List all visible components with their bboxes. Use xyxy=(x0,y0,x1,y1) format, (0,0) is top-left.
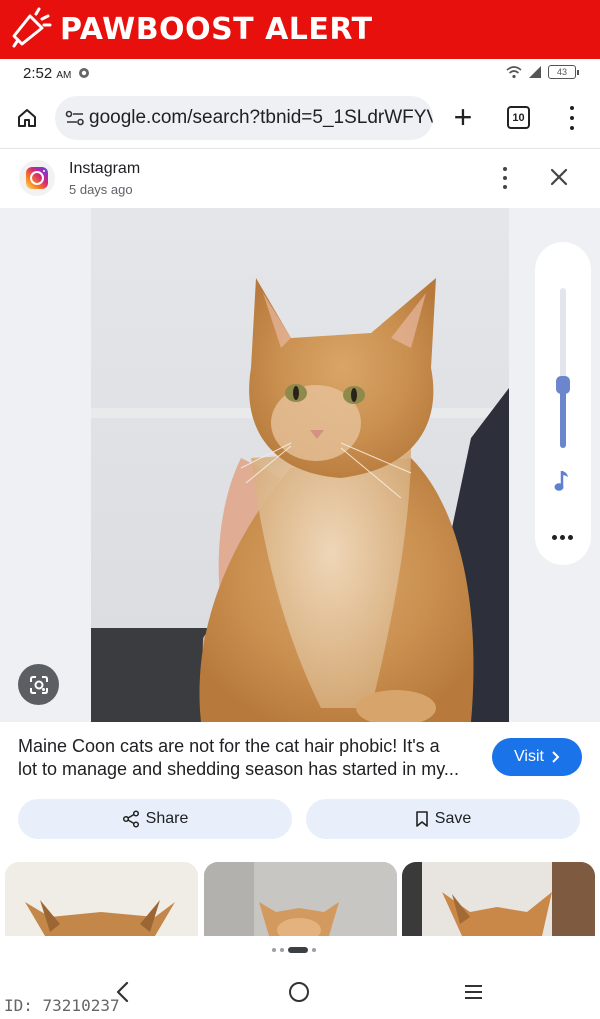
related-image-2[interactable] xyxy=(204,862,397,936)
status-time: 2:52 AM xyxy=(23,65,90,82)
status-icons: 43 xyxy=(506,65,579,79)
instagram-icon xyxy=(19,160,55,196)
battery-level: 43 xyxy=(556,67,567,77)
pager-dot xyxy=(272,948,276,952)
close-icon[interactable] xyxy=(546,164,572,190)
status-ampm: AM xyxy=(56,70,72,81)
bookmark-icon xyxy=(415,811,428,827)
related-image-3[interactable] xyxy=(402,862,595,936)
share-button[interactable]: Share xyxy=(18,799,292,839)
visit-button[interactable]: Visit xyxy=(492,738,582,776)
image-caption[interactable]: Maine Coon cats are not for the cat hair… xyxy=(18,735,478,781)
caption-line-2: lot to manage and shedding season has st… xyxy=(18,759,459,779)
chevron-right-icon xyxy=(552,751,560,763)
pawboost-id: ID: 73210237 xyxy=(4,996,120,1015)
google-lens-button[interactable] xyxy=(18,664,59,705)
status-clock: 2:52 xyxy=(23,65,53,82)
url-field[interactable]: google.com/search?tbnid=5_1SLdrWFYV7 xyxy=(55,96,433,140)
new-tab-button[interactable]: + xyxy=(446,101,480,135)
site-settings-icon[interactable] xyxy=(65,107,85,129)
source-time: 5 days ago xyxy=(69,182,133,197)
save-button[interactable]: Save xyxy=(306,799,580,839)
music-note-icon[interactable] xyxy=(553,468,573,494)
caption-line-1: Maine Coon cats are not for the cat hair… xyxy=(18,736,440,756)
status-bar: 2:52 AM 43 xyxy=(0,59,600,89)
sync-icon xyxy=(78,68,89,78)
share-label: Share xyxy=(145,810,189,827)
image-viewer xyxy=(0,208,600,722)
tab-switcher-button[interactable]: 10 xyxy=(507,106,530,129)
source-header: Instagram 5 days ago xyxy=(0,150,600,208)
related-image-1[interactable] xyxy=(5,862,198,936)
battery-icon: 43 xyxy=(548,65,579,79)
browser-menu-button[interactable] xyxy=(562,103,582,133)
system-nav-bar: ID: 73210237 xyxy=(0,965,600,1019)
browser-toolbar: google.com/search?tbnid=5_1SLdrWFYV7 + 1… xyxy=(0,89,600,149)
carousel-pager xyxy=(272,947,316,953)
pager-dot xyxy=(280,948,284,952)
visit-label: Visit xyxy=(514,748,544,765)
related-images xyxy=(0,862,600,936)
home-icon xyxy=(18,109,36,127)
pawboost-alert-banner: PAWBOOST ALERT xyxy=(0,0,600,59)
home-button[interactable] xyxy=(12,103,42,133)
pager-dot-active xyxy=(288,947,308,953)
back-icon[interactable] xyxy=(114,980,132,1004)
more-options-icon[interactable] xyxy=(497,167,513,189)
screen: PAWBOOST ALERT 2:52 AM 43 google.com/sea… xyxy=(0,0,600,1019)
megaphone-icon xyxy=(12,7,52,48)
url-text: google.com/search?tbnid=5_1SLdrWFYV7 xyxy=(89,107,433,128)
save-label: Save xyxy=(434,810,472,827)
lens-icon xyxy=(29,675,48,694)
media-side-panel xyxy=(535,242,591,565)
pager-dot xyxy=(312,948,316,952)
alert-title: PAWBOOST ALERT xyxy=(60,12,373,47)
wifi-icon xyxy=(506,66,522,79)
source-name[interactable]: Instagram xyxy=(69,160,140,178)
volume-slider-thumb[interactable] xyxy=(556,376,570,394)
main-image[interactable] xyxy=(91,208,509,722)
signal-icon xyxy=(529,66,541,78)
recent-apps-icon[interactable] xyxy=(465,985,482,999)
home-nav-icon[interactable] xyxy=(289,982,309,1002)
share-icon xyxy=(122,810,139,828)
panel-more-icon[interactable] xyxy=(552,535,573,540)
